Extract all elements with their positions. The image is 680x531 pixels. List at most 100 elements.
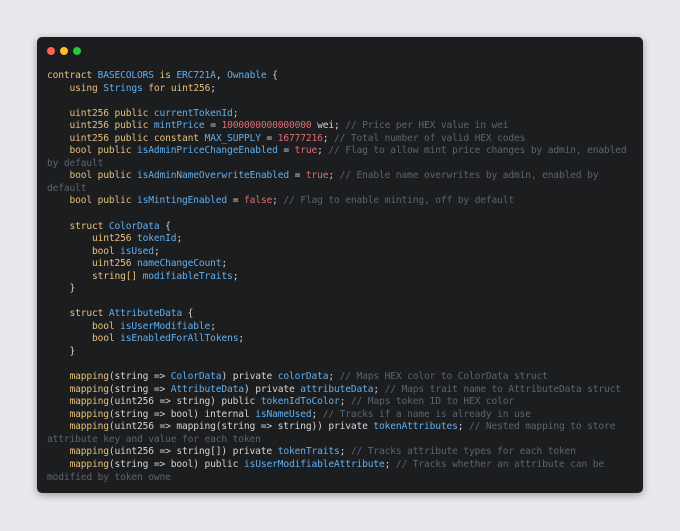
code-token: tokenAttributes	[373, 421, 458, 433]
code-token: ;	[238, 333, 244, 345]
code-token: tokenIdToColor	[260, 396, 340, 408]
code-token: ;	[210, 82, 216, 94]
code-token: bool	[69, 145, 93, 157]
code-token: Strings	[103, 82, 143, 94]
code-token: // Nested mapping to store	[468, 421, 616, 433]
code-token: =	[260, 132, 278, 144]
code-token: mapping	[69, 446, 110, 458]
code-token: uint256	[92, 233, 132, 245]
code-token: isAdminPriceChangeEnabled	[137, 145, 278, 157]
code-token: ;	[232, 270, 239, 282]
code-token: bool	[92, 245, 115, 257]
code-token: nameChangeCount	[137, 258, 222, 270]
code-token: tokenId	[137, 233, 177, 245]
code-token: struct	[69, 220, 109, 232]
code-line: uint256 public currentTokenId;	[47, 108, 637, 121]
code-line: mapping(string => bool) internal isNameU…	[47, 409, 637, 422]
code-token: ColorData	[108, 220, 160, 232]
code-line: }	[47, 283, 637, 296]
code-token: mapping	[69, 396, 110, 408]
code-line: mapping(string => AttributeData) private…	[47, 384, 637, 397]
code-token: uint256	[170, 82, 211, 94]
code-token: AttributeData	[108, 308, 183, 320]
code-token: contract	[47, 70, 98, 81]
code-token: 16777216	[277, 132, 323, 144]
code-token: // Maps token ID to HEX color	[350, 396, 514, 408]
code-token: ,	[215, 70, 228, 81]
code-line: mapping(uint256 => string) public tokenI…	[47, 396, 637, 409]
code-line: bool isUsed;	[47, 246, 637, 259]
code-line: uint256 public mintPrice = 1000000000000…	[47, 120, 637, 133]
code-token: true	[294, 145, 318, 157]
code-token: ;	[457, 421, 469, 433]
code-line: uint256 public constant MAX_SUPPLY = 167…	[47, 133, 637, 146]
code-token: ;	[373, 383, 385, 395]
code-token: ;	[311, 408, 323, 420]
code-token: =	[277, 145, 295, 157]
code-token: default	[47, 182, 87, 194]
code-line: bool public isAdminPriceChangeEnabled = …	[47, 145, 637, 158]
code-token: (uint256 => string[]) private	[108, 446, 278, 458]
code-token: modifiableTraits	[142, 270, 233, 282]
code-token: mapping	[69, 383, 110, 395]
zoom-button[interactable]	[73, 47, 81, 55]
code-token: attribute key and value for each token	[47, 433, 261, 445]
code-token: uint256	[69, 120, 110, 132]
code-token: false	[243, 195, 273, 207]
code-line: using Strings for uint256;	[47, 83, 637, 96]
code-line: mapping(uint256 => string[]) private tok…	[47, 446, 637, 459]
code-line: mapping(uint256 => mapping(string => str…	[47, 421, 637, 434]
code-line: bool isEnabledForAllTokens;	[47, 333, 637, 346]
code-line: string[] modifiableTraits;	[47, 271, 637, 284]
code-token: (string => bool) public	[108, 458, 244, 470]
code-token: uint256	[69, 132, 110, 144]
code-token: Ownable	[227, 70, 267, 81]
code-token: (uint256 => string) public	[108, 396, 261, 408]
code-token: isAdminNameOverwriteEnabled	[137, 170, 289, 182]
code-token: attributeData	[300, 383, 374, 395]
code-line: uint256 nameChangeCount;	[47, 258, 637, 271]
window-controls	[47, 47, 81, 56]
code-token: ) private	[243, 383, 301, 395]
code-token: isUserModifiable	[120, 320, 211, 332]
code-token: {	[266, 70, 278, 81]
code-line: struct AttributeData {	[47, 308, 637, 321]
code-token: mapping	[69, 371, 110, 383]
minimize-button[interactable]	[60, 47, 68, 55]
code-token: bool	[69, 195, 93, 207]
code-token: struct	[69, 308, 109, 320]
code-token: ;	[339, 396, 351, 408]
code-token: mintPrice	[153, 120, 205, 132]
code-line: bool isUserModifiable;	[47, 321, 637, 334]
code-token: 1000000000000000	[221, 120, 312, 132]
code-token: (uint256 => mapping(string => string)) p…	[108, 421, 374, 433]
code-token: {	[182, 308, 194, 320]
code-token: public	[92, 195, 138, 207]
close-button[interactable]	[47, 47, 55, 55]
code-token: ;	[317, 145, 329, 157]
code-token: // Price per HEX value in wei	[345, 120, 509, 132]
code-line: bool public isAdminNameOverwriteEnabled …	[47, 170, 637, 183]
code-token: // Tracks whether an attribute can be	[395, 458, 605, 470]
code-token: public	[108, 120, 154, 132]
code-token: AttributeData	[170, 383, 244, 395]
code-line: bool public isMintingEnabled = false; //…	[47, 195, 637, 208]
code-token: public	[92, 145, 138, 157]
code-window: contract BASECOLORS is ERC721A, Ownable …	[37, 37, 643, 493]
code-token: isMintingEnabled	[137, 195, 228, 207]
code-token: (string =>	[108, 383, 171, 395]
